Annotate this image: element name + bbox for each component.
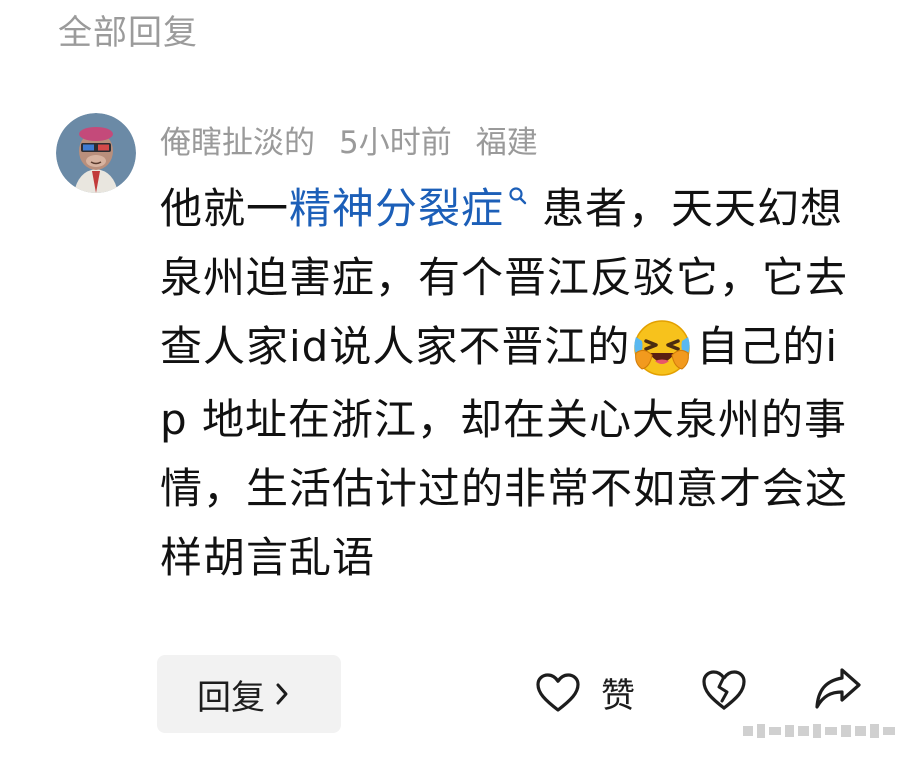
post-time: 5小时前: [339, 124, 452, 161]
search-icon: [509, 187, 527, 205]
comment-text-start: 他就一: [160, 184, 290, 233]
like-label: 赞: [601, 676, 635, 716]
heart-icon: [536, 672, 580, 712]
ip-location: 福建: [475, 124, 538, 161]
reply-button-label: 回复: [197, 677, 265, 718]
author-name[interactable]: 俺瞎扯淡的: [160, 117, 315, 162]
section-title: 全部回复: [58, 13, 198, 53]
chevron-right-icon: [276, 683, 288, 705]
share-arrow-icon: [815, 668, 861, 709]
topic-link[interactable]: 精神分裂症: [289, 184, 542, 233]
ape-avatar-icon: [56, 113, 136, 193]
comment-meta: 俺瞎扯淡的 5小时前 福建: [160, 114, 562, 164]
reply-button[interactable]: 回复: [157, 655, 341, 733]
avatar[interactable]: [56, 113, 136, 193]
laughing-crying-emoji-icon: [634, 319, 691, 376]
topic-link-label: 精神分裂症: [289, 184, 505, 233]
share-button[interactable]: [812, 665, 864, 713]
comment-body: 他就一精神分裂症 患者，天天幻想泉州迫害症，有个晋江反驳它，它去查人家id说人家不…: [160, 174, 870, 592]
dislike-button[interactable]: [700, 668, 748, 712]
watermark-logo: [735, 722, 905, 740]
broken-heart-icon: [702, 670, 746, 710]
like-button[interactable]: 赞: [535, 668, 635, 717]
